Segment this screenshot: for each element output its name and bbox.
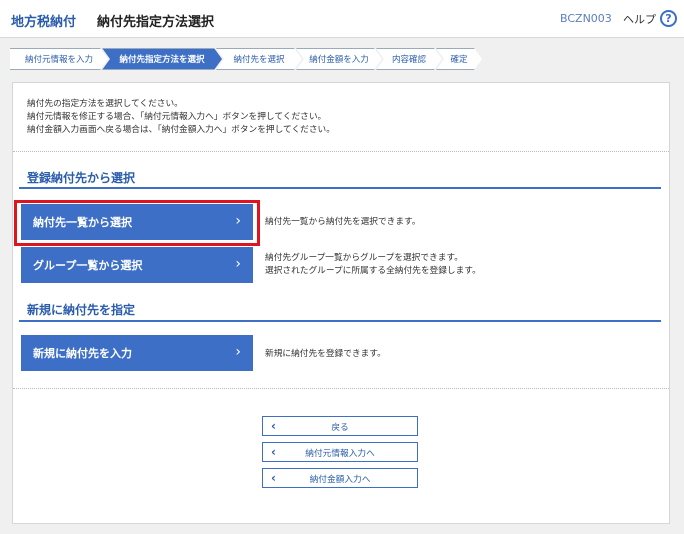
button-description: 納付先一覧から納付先を選択できます。 <box>265 216 421 229</box>
select-from-group-list-button[interactable]: グループ一覧から選択 › <box>21 247 253 283</box>
description-line: 新規に納付先を登録できます。 <box>265 349 386 359</box>
chevron-left-icon: ‹ <box>271 445 276 459</box>
section-rule <box>19 320 661 322</box>
instruction-line: 納付先の指定方法を選択してください。 <box>27 99 183 109</box>
section-title-new: 新規に納付先を指定 <box>27 303 136 317</box>
page-title: 納付先指定方法選択 <box>97 15 215 30</box>
step-2-current: 納付先指定方法を選択 <box>102 48 222 70</box>
enter-new-payee-button[interactable]: 新規に納付先を入力 › <box>21 335 253 371</box>
chevron-left-icon: ‹ <box>271 471 276 485</box>
main-panel: 納付先の指定方法を選択してください。 納付元情報を修正する場合、「納付元情報入力… <box>12 82 670 524</box>
instructions: 納付先の指定方法を選択してください。 納付元情報を修正する場合、「納付元情報入力… <box>27 98 335 137</box>
button-label: グループ一覧から選択 <box>33 259 143 272</box>
section-rule <box>19 187 661 189</box>
to-payer-info-input-button[interactable]: ‹ 納付元情報入力へ <box>262 442 418 462</box>
back-button[interactable]: ‹ 戻る <box>262 416 418 436</box>
step-1: 納付元情報を入力 <box>10 48 108 70</box>
description-line: 納付先グループ一覧からグループを選択できます。 <box>265 253 463 263</box>
button-label: 戻る <box>331 422 349 433</box>
chevron-right-icon: › <box>235 344 241 360</box>
screen-id: BCZN003 <box>560 12 612 25</box>
step-progress: 納付元情報を入力 納付先指定方法を選択 納付先を選択 納付金額を入力 内容確認 … <box>10 48 476 70</box>
description-line: 納付先一覧から納付先を選択できます。 <box>265 217 421 227</box>
help-icon: ? <box>660 10 677 27</box>
button-label: 納付元情報入力へ <box>305 448 375 459</box>
button-label: 納付金額入力へ <box>309 474 371 485</box>
step-6: 確定 <box>436 48 482 70</box>
button-description: 新規に納付先を登録できます。 <box>265 348 386 361</box>
description-line: 選択されたグループに所属する全納付先を登録します。 <box>265 266 481 276</box>
button-label: 新規に納付先を入力 <box>33 347 132 360</box>
instruction-line: 納付金額入力画面へ戻る場合は、「納付金額入力へ」ボタンを押してください。 <box>27 125 335 135</box>
app-header: 地方税納付 納付先指定方法選択 BCZN003 ヘルプ ? <box>0 0 684 38</box>
instruction-line: 納付元情報を修正する場合、「納付元情報入力へ」ボタンを押してください。 <box>27 112 327 122</box>
step-3: 納付先を選択 <box>216 48 302 70</box>
highlight-box <box>14 200 260 246</box>
section-title-registered: 登録納付先から選択 <box>27 171 136 185</box>
step-4: 納付金額を入力 <box>296 48 382 70</box>
help-link[interactable]: ヘルプ ? <box>623 10 677 27</box>
divider <box>13 388 669 389</box>
chevron-left-icon: ‹ <box>271 419 276 433</box>
help-label: ヘルプ <box>623 12 656 26</box>
brand-title: 地方税納付 <box>11 15 77 30</box>
chevron-right-icon: › <box>235 256 241 272</box>
divider <box>13 151 669 152</box>
step-5: 内容確認 <box>376 48 442 70</box>
to-payment-amount-input-button[interactable]: ‹ 納付金額入力へ <box>262 468 418 488</box>
button-description: 納付先グループ一覧からグループを選択できます。 選択されたグループに所属する全納… <box>265 252 481 278</box>
